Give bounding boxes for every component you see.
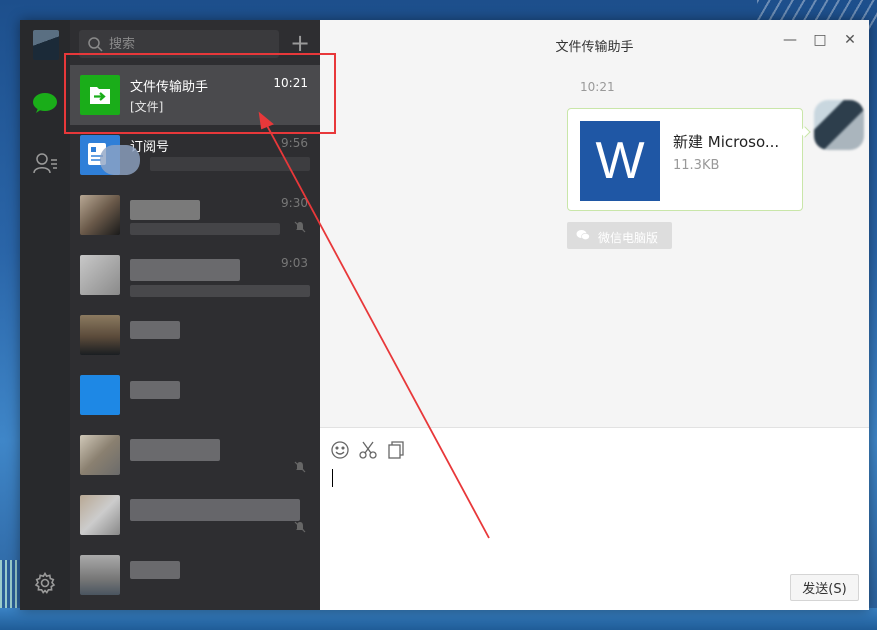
conversation-time: 9:30 <box>281 196 308 210</box>
conversation-time: 10:21 <box>273 76 308 90</box>
file-size: 11.3KB <box>673 158 720 173</box>
contacts-icon[interactable] <box>32 150 58 176</box>
mute-icon <box>294 221 306 233</box>
emoji-icon[interactable] <box>330 440 350 460</box>
conversation-avatar <box>80 315 120 355</box>
conversation-avatar <box>80 555 120 595</box>
blurred-content <box>100 145 140 175</box>
settings-icon[interactable] <box>34 572 56 594</box>
conversation-item-subscriptions[interactable]: 订阅号 9:56 <box>70 125 320 185</box>
conversation-item[interactable]: 9:30 <box>70 185 320 245</box>
desktop-background-bottom <box>0 608 877 630</box>
conversation-time: 9:56 <box>281 136 308 150</box>
source-tag: 微信电脑版 <box>567 222 672 249</box>
blurred-content <box>130 381 180 399</box>
blurred-content <box>130 200 200 220</box>
blurred-content <box>130 561 180 579</box>
conversation-item-file-transfer[interactable]: 文件传输助手 10:21 [文件] <box>70 65 320 125</box>
blurred-content <box>130 285 310 297</box>
conversation-list: + 文件传输助手 10:21 [文件] <box>70 20 320 610</box>
chat-icon[interactable] <box>32 92 58 114</box>
search-icon <box>88 37 103 52</box>
send-file-icon[interactable] <box>386 440 406 460</box>
add-chat-button[interactable]: + <box>288 31 312 56</box>
conversation-item[interactable] <box>70 365 320 425</box>
conversation-avatar <box>80 195 120 235</box>
file-transfer-icon <box>90 87 110 104</box>
nav-rail <box>20 20 70 610</box>
my-avatar[interactable] <box>814 100 864 150</box>
chat-panel: 文件传输助手 — □ ✕ 10:21 W 新建 Microso... 11.3K… <box>320 20 869 610</box>
conversation-name: 文件传输助手 <box>130 80 209 95</box>
blurred-content <box>150 157 310 171</box>
compose-area[interactable]: 发送(S) <box>320 428 869 610</box>
wechat-window: + 文件传输助手 10:21 [文件] <box>20 20 869 610</box>
blurred-content <box>130 439 220 461</box>
blurred-content <box>130 499 300 521</box>
search-box[interactable] <box>79 30 279 58</box>
file-name: 新建 Microso... <box>673 133 780 151</box>
file-transfer-avatar <box>80 75 120 115</box>
conversation-item[interactable] <box>70 305 320 365</box>
conversation-preview: [文件] <box>130 100 164 114</box>
message-timestamp: 10:21 <box>580 80 615 94</box>
conversation-avatar <box>80 495 120 535</box>
wechat-logo-icon <box>576 230 590 241</box>
close-button[interactable]: ✕ <box>842 32 858 48</box>
user-avatar[interactable] <box>33 30 59 60</box>
mute-icon <box>294 461 306 473</box>
conversation-avatar <box>80 255 120 295</box>
blurred-content <box>130 259 240 281</box>
conversation-item[interactable]: 9:03 <box>70 245 320 305</box>
send-button[interactable]: 发送(S) <box>790 574 859 601</box>
conversation-item[interactable] <box>70 545 320 605</box>
conversation-avatar <box>80 375 120 415</box>
screenshot-scissors-icon[interactable] <box>358 440 378 460</box>
file-message-card[interactable]: W 新建 Microso... 11.3KB <box>567 108 803 211</box>
search-input[interactable] <box>109 34 269 54</box>
text-cursor <box>332 469 333 487</box>
maximize-button[interactable]: □ <box>812 32 828 48</box>
source-tag-label: 微信电脑版 <box>598 231 659 245</box>
conversation-time: 9:03 <box>281 256 308 270</box>
word-document-icon: W <box>580 121 660 201</box>
blurred-content <box>130 223 280 235</box>
conversation-item[interactable] <box>70 485 320 545</box>
minimize-button[interactable]: — <box>782 32 798 48</box>
conversation-avatar <box>80 435 120 475</box>
mute-icon <box>294 521 306 533</box>
blurred-content <box>130 321 180 339</box>
conversation-item[interactable] <box>70 425 320 485</box>
